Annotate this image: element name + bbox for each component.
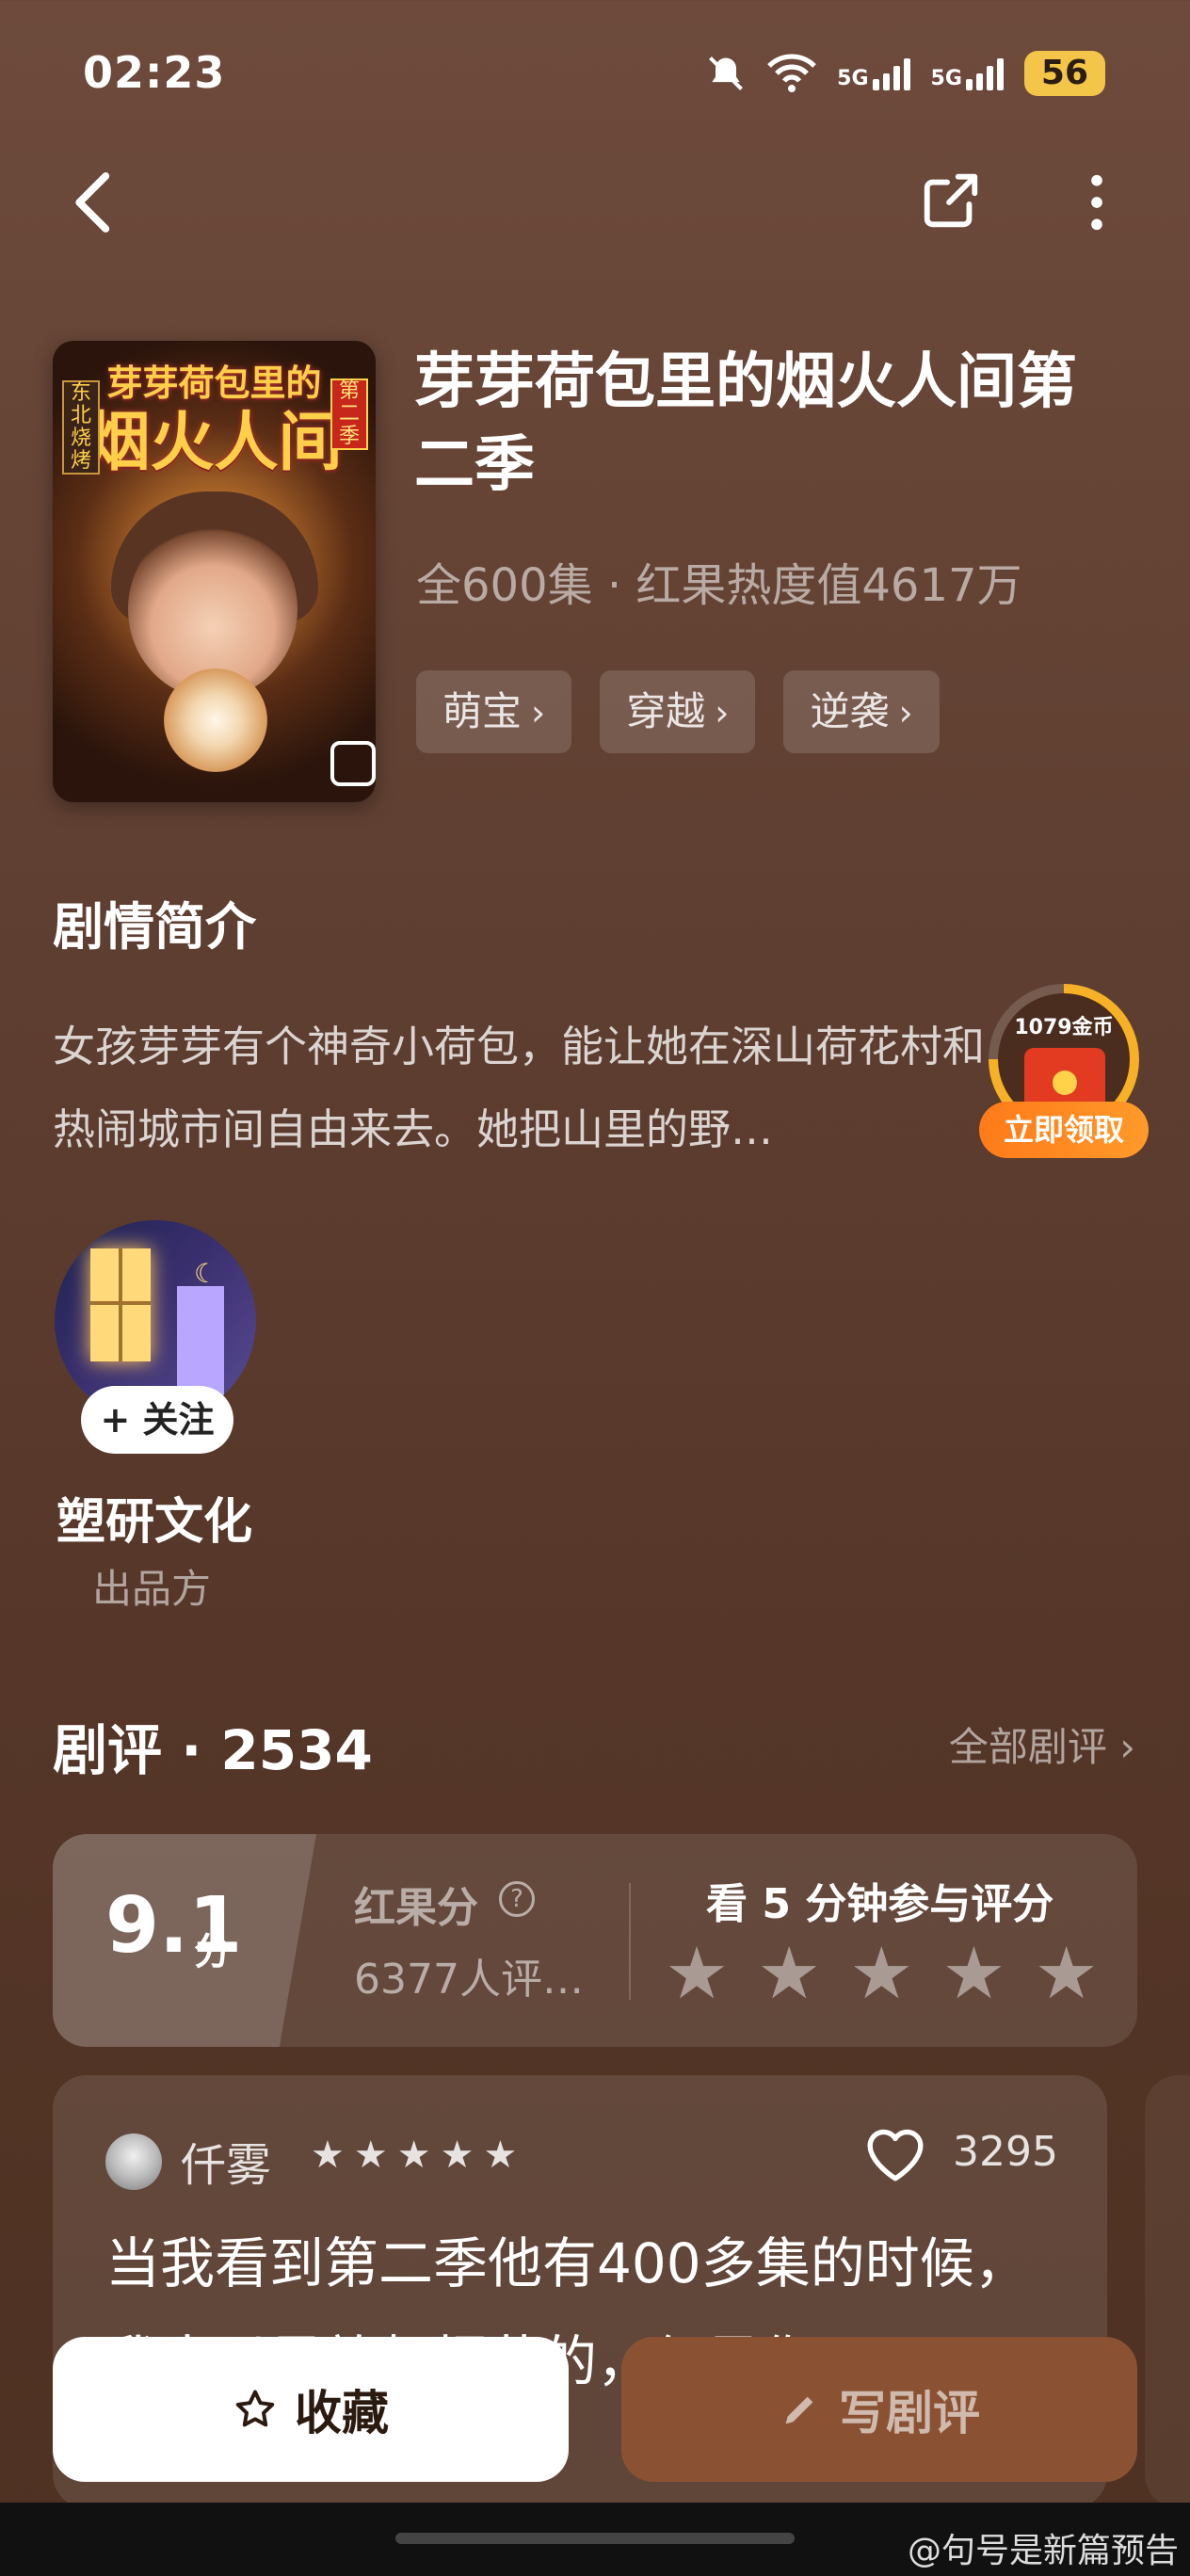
score-card: 9.1 分 红果分 ? 6377人评… 看 5 分钟参与评分 ★ ★ ★ ★ ★ — [53, 1834, 1137, 2047]
star-icon[interactable]: ★ — [849, 1938, 913, 2009]
cover-title-line1: 芽芽荷包里的 — [106, 362, 322, 404]
score-unit: 分 — [194, 1930, 232, 1973]
share-icon[interactable] — [918, 168, 984, 233]
drama-cover[interactable]: 芽芽荷包里的 烟火人间 东北烧烤 第二季 — [53, 341, 376, 802]
rating-count: 6377人评… — [354, 1956, 584, 2004]
like-count: 3295 — [953, 2128, 1058, 2176]
cover-season-tag: 第二季 — [330, 378, 368, 450]
score-label: 红果分 — [354, 1884, 478, 1932]
moon-icon: ☾ — [194, 1258, 218, 1289]
star-icon: ★ — [353, 2133, 388, 2177]
tag-label: 萌宝 — [442, 688, 523, 734]
star-icon[interactable]: ★ — [757, 1938, 821, 2009]
synopsis-text[interactable]: 女孩芽芽有个神奇小荷包，能让她在深山荷花村和热闹城市间自由来去。她把山里的野… — [53, 1006, 994, 1171]
star-icon: ★ — [311, 2133, 345, 2177]
cover-art — [164, 668, 267, 772]
tag-chip[interactable]: 逆袭 › — [783, 670, 940, 753]
tag-chip[interactable]: 萌宝 › — [416, 670, 572, 753]
tag-label: 穿越 — [626, 688, 706, 734]
drama-meta: 全600集 · 红果热度值4617万 — [416, 559, 1022, 612]
battery-icon: 56 — [1023, 51, 1105, 96]
wifi-icon — [767, 54, 816, 92]
star-icon[interactable]: ★ — [665, 1938, 729, 2009]
drama-title: 芽芽荷包里的烟火人间第二季 — [414, 347, 1077, 500]
bell-muted-icon — [709, 56, 744, 90]
rate-stars[interactable]: ★ ★ ★ ★ ★ — [665, 1938, 1099, 2009]
status-icons: 5G 5G 56 — [705, 47, 1105, 100]
signal-icon: 5G — [931, 56, 1004, 90]
star-icon: ★ — [396, 2133, 431, 2177]
network-type: 5G — [930, 67, 962, 90]
star-icon: ★ — [440, 2133, 474, 2177]
star-icon[interactable]: ★ — [1035, 1938, 1099, 2009]
collect-label: 收藏 — [295, 2386, 389, 2440]
chevron-left-icon[interactable] — [66, 169, 122, 235]
rate-prompt: 看 5 分钟参与评分 — [706, 1880, 1054, 1928]
follow-button[interactable]: + 关注 — [81, 1386, 233, 1454]
chevron-right-icon: › — [531, 692, 546, 733]
tag-chip[interactable]: 穿越 › — [600, 670, 756, 753]
chevron-right-icon: › — [715, 692, 730, 733]
signal-icon: 5G — [837, 56, 910, 90]
cover-tag: 东北烧烤 — [62, 380, 100, 475]
network-type: 5G — [837, 67, 869, 90]
tag-list: 萌宝 › 穿越 › 逆袭 › — [416, 670, 940, 753]
avatar[interactable] — [105, 2133, 162, 2190]
all-reviews-link[interactable]: 全部剧评 › — [949, 1715, 1135, 1773]
help-icon[interactable]: ? — [499, 1881, 535, 1917]
claim-button[interactable]: 立即领取 — [979, 1102, 1149, 1158]
pencil-icon — [785, 2396, 813, 2424]
watermark: @句号是新篇预告 — [907, 2532, 1179, 2570]
star-outline-icon — [235, 2390, 275, 2427]
producer-name[interactable]: 塑研文化 — [56, 1482, 252, 1553]
producer-role: 出品方 — [92, 1566, 212, 1612]
cover-preview-icon — [330, 741, 376, 786]
review-stars: ★ ★ ★ ★ ★ — [311, 2133, 517, 2177]
cover-title: 芽芽荷包里的 烟火人间 — [70, 354, 359, 479]
collect-button[interactable]: 收藏 — [53, 2337, 569, 2482]
reviews-heading: 剧评 · 2534 — [53, 1718, 373, 1782]
cover-title-line2: 烟火人间 — [86, 405, 343, 480]
tag-label: 逆袭 — [810, 688, 890, 734]
write-review-button[interactable]: 写剧评 — [621, 2337, 1137, 2482]
divider — [629, 1883, 631, 2000]
review-username[interactable]: 仟雾 — [181, 2128, 271, 2194]
home-indicator[interactable] — [395, 2533, 795, 2544]
heart-icon[interactable] — [864, 2124, 926, 2186]
more-vertical-icon[interactable] — [1073, 169, 1120, 235]
coin-reward-widget[interactable]: 1079金币 立即领取 — [979, 984, 1149, 1163]
star-icon: ★ — [483, 2133, 518, 2177]
star-icon[interactable]: ★ — [941, 1938, 1005, 2009]
synopsis-heading: 剧情简介 — [53, 897, 256, 957]
status-time: 02:23 — [83, 47, 226, 98]
next-review-card[interactable] — [1145, 2075, 1190, 2508]
chevron-right-icon: › — [898, 692, 913, 733]
write-review-label: 写剧评 — [839, 2386, 980, 2440]
coin-amount: 1079金币 — [1014, 1016, 1114, 1039]
